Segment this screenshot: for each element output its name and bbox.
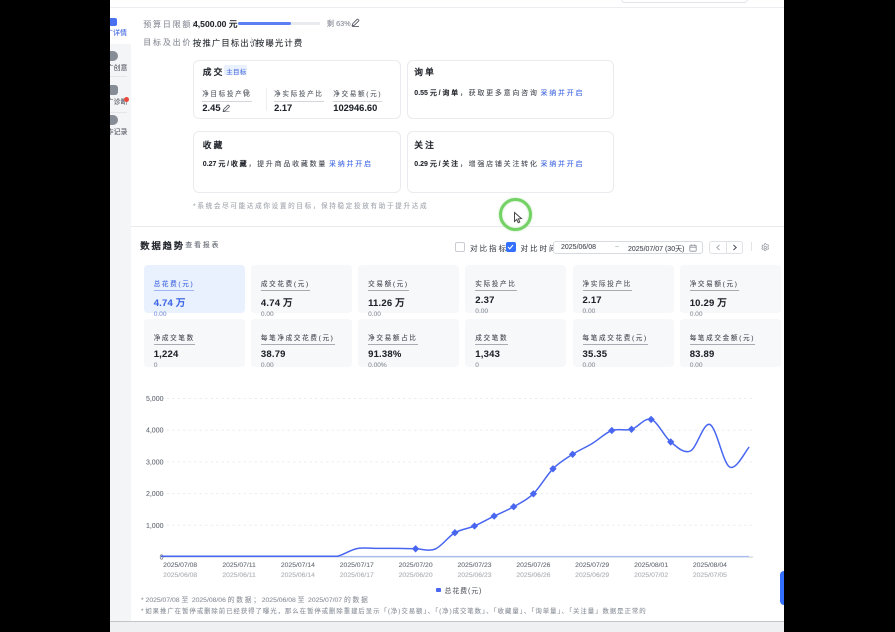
svg-text:2025/06/08: 2025/06/08 <box>163 572 197 579</box>
svg-text:2025/06/17: 2025/06/17 <box>340 572 374 579</box>
svg-text:2025/06/26: 2025/06/26 <box>516 572 550 579</box>
svg-text:2025/07/20: 2025/07/20 <box>399 562 433 569</box>
svg-text:2025/07/08: 2025/07/08 <box>163 562 197 569</box>
svg-text:0: 0 <box>160 555 164 562</box>
svg-text:2025/08/04: 2025/08/04 <box>693 562 727 569</box>
svg-text:1,000: 1,000 <box>146 523 164 530</box>
svg-text:2025/08/01: 2025/08/01 <box>634 562 668 569</box>
svg-text:2025/07/02: 2025/07/02 <box>634 572 668 579</box>
svg-text:2025/06/20: 2025/06/20 <box>399 572 433 579</box>
svg-text:2025/06/29: 2025/06/29 <box>575 572 609 579</box>
svg-text:4,000: 4,000 <box>146 428 164 435</box>
svg-text:2025/07/26: 2025/07/26 <box>516 562 550 569</box>
svg-text:2025/07/14: 2025/07/14 <box>281 562 315 569</box>
svg-text:2025/06/14: 2025/06/14 <box>281 572 315 579</box>
svg-text:3,000: 3,000 <box>146 459 164 466</box>
svg-text:2025/06/23: 2025/06/23 <box>457 572 491 579</box>
svg-text:2,000: 2,000 <box>146 491 164 498</box>
svg-text:2025/06/11: 2025/06/11 <box>222 572 256 579</box>
svg-text:2025/07/23: 2025/07/23 <box>457 562 491 569</box>
svg-text:2025/07/11: 2025/07/11 <box>222 562 256 569</box>
svg-text:5,000: 5,000 <box>146 396 164 403</box>
svg-text:2025/07/17: 2025/07/17 <box>340 562 374 569</box>
svg-text:2025/07/29: 2025/07/29 <box>575 562 609 569</box>
svg-text:2025/07/05: 2025/07/05 <box>693 572 727 579</box>
